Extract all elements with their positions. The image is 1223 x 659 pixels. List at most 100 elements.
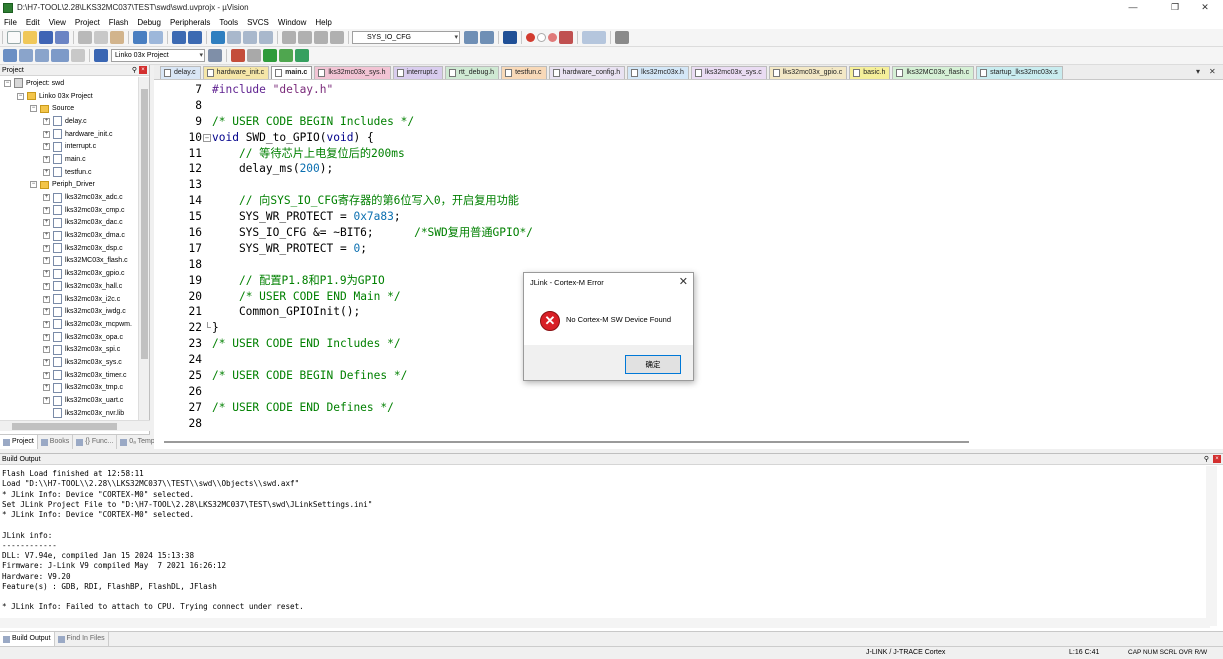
expand-icon[interactable]: + bbox=[43, 219, 50, 227]
editor-tab[interactable]: startup_lks32mc03x.s bbox=[976, 66, 1063, 79]
uncomment-icon[interactable] bbox=[330, 31, 344, 44]
collapse-icon[interactable]: − bbox=[30, 105, 37, 113]
expand-icon[interactable]: + bbox=[43, 232, 50, 240]
stop-build-icon[interactable] bbox=[71, 49, 85, 62]
tree-item[interactable]: + lks32mc03x_mcpwm. bbox=[0, 318, 138, 331]
find-icon[interactable] bbox=[464, 31, 478, 44]
menu-project[interactable]: Project bbox=[71, 18, 105, 27]
pin-icon[interactable]: ⚲ bbox=[132, 65, 137, 76]
save-all-icon[interactable] bbox=[55, 31, 69, 44]
editor-tab[interactable]: rtt_debug.h bbox=[444, 66, 500, 79]
navigate-back-icon[interactable] bbox=[172, 31, 186, 44]
window-layout-icon[interactable] bbox=[582, 31, 606, 44]
save-icon[interactable] bbox=[39, 31, 53, 44]
expand-icon[interactable]: + bbox=[43, 295, 50, 303]
redo-icon[interactable] bbox=[149, 31, 163, 44]
menu-view[interactable]: View bbox=[45, 18, 71, 27]
expand-icon[interactable]: + bbox=[43, 282, 50, 290]
breakpoint-icon[interactable] bbox=[526, 33, 535, 42]
expand-icon[interactable]: + bbox=[43, 143, 50, 151]
collapse-icon[interactable]: − bbox=[4, 79, 11, 87]
menu-tools[interactable]: Tools bbox=[215, 18, 243, 27]
expand-icon[interactable]: + bbox=[43, 358, 50, 366]
panel-tab[interactable]: Project bbox=[0, 435, 38, 449]
tree-item[interactable]: lks32mc03x_nvr.lib bbox=[0, 407, 138, 420]
menu-edit[interactable]: Edit bbox=[22, 18, 45, 27]
editor-tab[interactable]: delay.c bbox=[160, 66, 201, 79]
indent-icon[interactable] bbox=[282, 31, 296, 44]
expand-icon[interactable]: + bbox=[43, 244, 50, 252]
expand-icon[interactable]: + bbox=[43, 333, 50, 341]
tree-item[interactable]: + lks32MC03x_flash.c bbox=[0, 255, 138, 268]
open-folder-icon[interactable] bbox=[23, 31, 37, 44]
output-tab[interactable]: Build Output bbox=[0, 632, 55, 646]
output-tab[interactable]: Find In Files bbox=[55, 632, 109, 646]
editor-tab[interactable]: lks32mc03x_sys.h bbox=[314, 66, 391, 79]
tree-item[interactable]: + lks32mc03x_dma.c bbox=[0, 229, 138, 242]
tree-item[interactable]: + delay.c bbox=[0, 115, 138, 128]
undo-icon[interactable] bbox=[133, 31, 147, 44]
tree-item[interactable]: + lks32mc03x_sys.c bbox=[0, 356, 138, 369]
editor-tab[interactable]: lks32mc03x_sys.c bbox=[690, 66, 767, 79]
breakpoints-options-icon[interactable] bbox=[559, 31, 573, 44]
rebuild-icon[interactable] bbox=[35, 49, 49, 62]
manage-components-icon[interactable] bbox=[279, 49, 293, 62]
batch-build-icon[interactable] bbox=[51, 49, 69, 62]
close-icon[interactable]: × bbox=[139, 66, 147, 74]
expand-icon[interactable]: + bbox=[43, 168, 50, 176]
unindent-icon[interactable] bbox=[298, 31, 312, 44]
copy-icon[interactable] bbox=[94, 31, 108, 44]
build-output-text[interactable]: Flash Load finished at 12:58:11 Load "D:\… bbox=[2, 469, 1197, 621]
tree-item[interactable]: + lks32mc03x_uart.c bbox=[0, 394, 138, 407]
cut-icon[interactable] bbox=[78, 31, 92, 44]
tree-item[interactable]: − Linko 03x Project bbox=[0, 90, 138, 103]
tree-item[interactable]: + lks32mc03x_spi.c bbox=[0, 343, 138, 356]
expand-icon[interactable]: + bbox=[43, 397, 50, 405]
expand-icon[interactable]: + bbox=[43, 346, 50, 354]
tree-item[interactable]: + lks32mc03x_dsp.c bbox=[0, 242, 138, 255]
editor-tab[interactable]: hardware_config.h bbox=[548, 66, 626, 79]
file-extensions-icon[interactable] bbox=[247, 49, 261, 62]
find-in-files-icon[interactable] bbox=[480, 31, 494, 44]
fold-toggle-icon[interactable]: − bbox=[203, 133, 211, 142]
panel-tab[interactable]: {} Func... bbox=[73, 435, 118, 449]
tree-item[interactable]: + lks32mc03x_opa.c bbox=[0, 331, 138, 344]
menu-file[interactable]: File bbox=[0, 18, 22, 27]
comment-icon[interactable] bbox=[314, 31, 328, 44]
dialog-close-icon[interactable]: ✕ bbox=[679, 275, 688, 289]
tree-item[interactable]: + main.c bbox=[0, 153, 138, 166]
next-bookmark-icon[interactable] bbox=[243, 31, 257, 44]
expand-icon[interactable]: + bbox=[43, 270, 50, 278]
translate-icon[interactable] bbox=[3, 49, 17, 62]
tree-item[interactable]: − Source bbox=[0, 102, 138, 115]
editor-tab[interactable]: lks32mc03x_gpio.c bbox=[768, 66, 848, 79]
tab-list-icon[interactable]: ▾ bbox=[1196, 67, 1200, 76]
tree-item[interactable]: + hardware_init.c bbox=[0, 128, 138, 141]
menu-window[interactable]: Window bbox=[274, 18, 311, 27]
build-output-vertical-scrollbar[interactable] bbox=[1206, 466, 1217, 626]
expand-icon[interactable]: + bbox=[43, 308, 50, 316]
build-icon[interactable] bbox=[19, 49, 33, 62]
expand-icon[interactable]: + bbox=[43, 320, 50, 328]
tree-item[interactable]: + lks32mc03x_timer.c bbox=[0, 369, 138, 382]
expand-icon[interactable]: + bbox=[43, 130, 50, 138]
navigate-forward-icon[interactable] bbox=[188, 31, 202, 44]
ok-button[interactable]: 确定 bbox=[625, 355, 681, 374]
debug-session-icon[interactable] bbox=[503, 31, 517, 44]
close-icon[interactable]: × bbox=[1213, 455, 1221, 463]
disable-breakpoint-icon[interactable] bbox=[537, 33, 546, 42]
menu-svcs[interactable]: SVCS bbox=[243, 18, 274, 27]
editor-tab[interactable]: main.c bbox=[271, 66, 313, 79]
new-file-icon[interactable] bbox=[7, 31, 21, 44]
paste-icon[interactable] bbox=[110, 31, 124, 44]
tree-item[interactable]: + lks32mc03x_dac.c bbox=[0, 217, 138, 230]
expand-icon[interactable]: + bbox=[43, 257, 50, 265]
menu-debug[interactable]: Debug bbox=[133, 18, 166, 27]
tree-item[interactable]: − Project: swd bbox=[0, 77, 138, 90]
symbol-combo[interactable]: SYS_IO_CFG ▾ bbox=[352, 31, 460, 44]
close-window-button[interactable]: ✕ bbox=[1187, 0, 1223, 15]
bookmark-icon[interactable] bbox=[211, 31, 225, 44]
editor-tab[interactable]: hardware_init.c bbox=[202, 66, 270, 79]
expand-icon[interactable]: + bbox=[43, 117, 50, 125]
manage-project-icon[interactable] bbox=[231, 49, 245, 62]
